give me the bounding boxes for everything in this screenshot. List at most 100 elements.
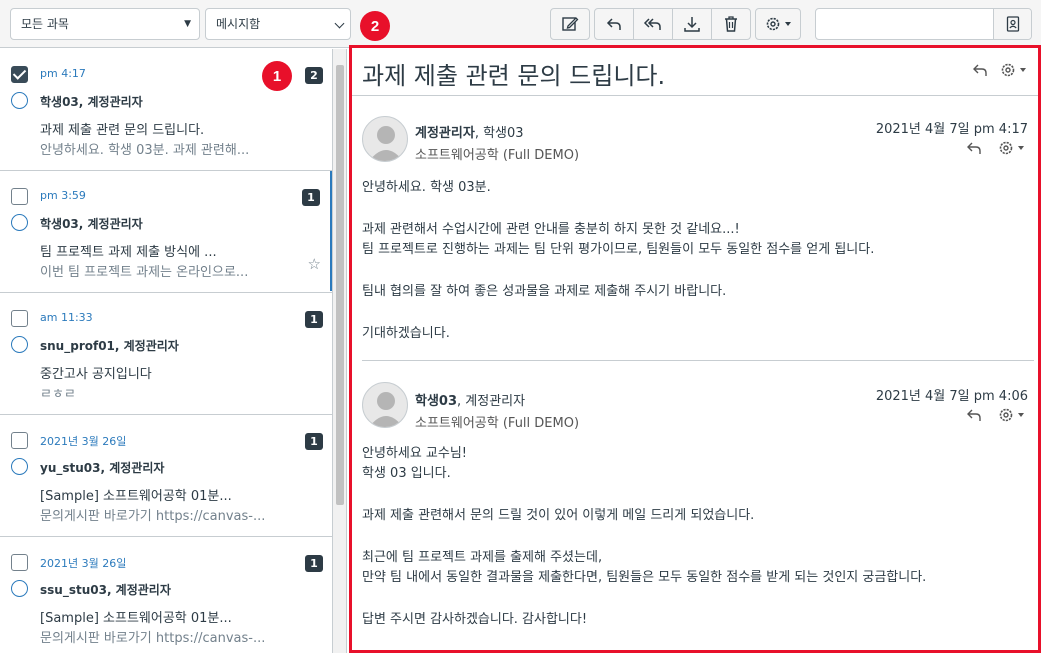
unread-toggle-icon[interactable]	[11, 580, 28, 597]
message-sender: 계정관리자, 학생03	[415, 122, 524, 141]
message-body-line: 팀 프로젝트로 진행하는 과제는 팀 단위 평가이므로, 팀원들이 모두 동일한…	[362, 242, 875, 257]
settings-menu-button[interactable]	[755, 8, 801, 40]
conversation-list: pm 4:17 2 학생03, 계정관리자 과제 제출 관련 문의 드립니다. …	[0, 49, 333, 653]
gear-icon	[766, 17, 780, 31]
divider	[352, 95, 1038, 96]
delete-button[interactable]	[711, 8, 751, 40]
gear-icon	[1001, 63, 1015, 77]
message-sender: 학생03, 계정관리자	[415, 390, 525, 409]
reply-button[interactable]	[594, 8, 634, 40]
message-body-line: 안녕하세요 교수님!	[362, 446, 468, 461]
divider	[362, 360, 1034, 361]
conversation-participants: ssu_stu03, 계정관리자	[40, 583, 171, 597]
reply-all-icon	[643, 18, 661, 30]
message-count-badge: 2	[305, 67, 323, 84]
conversation-participants: 학생03, 계정관리자	[40, 217, 143, 231]
caret-down-icon	[1018, 146, 1024, 150]
scrollbar-thumb[interactable]	[336, 65, 344, 505]
message-body-line: 학생 03 입니다.	[362, 466, 451, 481]
other-participants: , 학생03	[474, 126, 524, 141]
conversation-subject: 팀 프로젝트 과제 제출 방식에 ...	[40, 245, 217, 260]
sender-name: 계정관리자	[415, 126, 475, 141]
conversation-preview: 문의게시판 바로가기 https://canvas-...	[40, 509, 266, 524]
avatar[interactable]	[362, 116, 408, 162]
archive-button[interactable]	[672, 8, 712, 40]
sender-name: 학생03	[415, 394, 458, 409]
address-book-button[interactable]	[993, 9, 1031, 39]
search-recipient-input[interactable]	[815, 8, 1032, 40]
toolbar: 모든 과목 ▼ 메시지함	[0, 0, 1041, 48]
unread-toggle-icon[interactable]	[11, 214, 28, 231]
list-scrollbar[interactable]	[333, 49, 347, 653]
star-icon[interactable]: ☆	[308, 255, 321, 273]
message-body-line: 최근에 팀 프로젝트 과제를 출제해 주셨는데,	[362, 550, 603, 565]
conversation-participants: snu_prof01, 계정관리자	[40, 339, 179, 353]
message-body-line: 과제 제출 관련해서 문의 드릴 것이 있어 이렇게 메일 드리게 되었습니다.	[362, 508, 755, 523]
conversation-subject: 중간고사 공지입니다	[40, 367, 152, 382]
reply-all-button[interactable]	[633, 8, 673, 40]
course-filter-select[interactable]: 모든 과목 ▼	[10, 8, 200, 40]
folder-filter-value: 메시지함	[216, 17, 261, 31]
message-detail-pane: 과제 제출 관련 문의 드립니다. 계정관리자, 학생03 소프트웨어공학 (F…	[349, 45, 1041, 653]
message-count-badge: 1	[305, 555, 323, 572]
reply-icon	[606, 18, 621, 30]
conversation-preview: ㄹㅎㄹ	[40, 387, 76, 402]
conversation-subject: 과제 제출 관련 문의 드립니다.	[40, 123, 205, 138]
conversation-date: pm 3:59	[40, 189, 86, 202]
callout-badge-1: 1	[262, 61, 292, 91]
message-body-line: 안녕하세요. 학생 03분.	[362, 180, 491, 195]
conversation-date: 2021년 3월 26일	[40, 435, 127, 448]
chevron-down-icon	[334, 18, 345, 29]
other-participants: , 계정관리자	[457, 394, 526, 409]
conversation-date: 2021년 3월 26일	[40, 557, 127, 570]
thread-title: 과제 제출 관련 문의 드립니다.	[362, 62, 666, 90]
message-body-line: 기대하겠습니다.	[362, 326, 450, 341]
conversation-item[interactable]: pm 3:59 1 학생03, 계정관리자 팀 프로젝트 과제 제출 방식에 .…	[0, 171, 332, 293]
gear-icon	[999, 141, 1013, 155]
reply-icon[interactable]	[966, 140, 984, 156]
reply-icon[interactable]	[972, 62, 990, 78]
message-course: 소프트웨어공학 (Full DEMO)	[415, 148, 580, 163]
message-date: 2021년 4월 7일 pm 4:17	[875, 122, 1028, 137]
gear-icon	[999, 408, 1013, 422]
conversation-subject: [Sample] 소프트웨어공학 01분...	[40, 611, 232, 626]
compose-button[interactable]	[550, 8, 590, 40]
conversation-item[interactable]: 2021년 3월 26일 1 yu_stu03, 계정관리자 [Sample] …	[0, 415, 332, 537]
address-book-icon	[1006, 16, 1019, 32]
select-checkbox[interactable]	[11, 66, 28, 83]
conversation-date: pm 4:17	[40, 67, 86, 80]
conversation-date: am 11:33	[40, 311, 93, 324]
reply-icon[interactable]	[966, 407, 984, 423]
conversation-preview: 이번 팀 프로젝트 과제는 온라인으로...	[40, 265, 249, 280]
select-checkbox[interactable]	[11, 188, 28, 205]
message-count-badge: 1	[305, 311, 323, 328]
conversation-item[interactable]: 2021년 3월 26일 1 ssu_stu03, 계정관리자 [Sample]…	[0, 537, 332, 653]
message-date: 2021년 4월 7일 pm 4:06	[875, 389, 1028, 404]
message-settings-button[interactable]	[998, 407, 1024, 423]
avatar[interactable]	[362, 382, 408, 428]
caret-down-icon	[1018, 413, 1024, 417]
message-count-badge: 1	[305, 433, 323, 450]
message-count-badge: 1	[302, 189, 320, 206]
trash-icon	[725, 16, 737, 32]
conversation-item[interactable]: am 11:33 1 snu_prof01, 계정관리자 중간고사 공지입니다 …	[0, 293, 332, 415]
message-body-line: 팀내 협의를 잘 하여 좋은 성과물을 과제로 제출해 주시기 바랍니다.	[362, 284, 727, 299]
thread-settings-button[interactable]	[1000, 62, 1026, 78]
unread-toggle-icon[interactable]	[11, 458, 28, 475]
conversation-preview: 안녕하세요. 학생 03분. 과제 관련해...	[40, 143, 250, 158]
message-body-line: 만약 팀 내에서 동일한 결과물을 제출한다면, 팀원들은 모두 동일한 점수를…	[362, 570, 927, 585]
folder-filter-select[interactable]: 메시지함	[205, 8, 351, 40]
unread-toggle-icon[interactable]	[11, 92, 28, 109]
caret-down-icon: ▼	[184, 19, 191, 29]
unread-toggle-icon[interactable]	[11, 336, 28, 353]
caret-down-icon	[785, 22, 791, 26]
callout-badge-2: 2	[360, 11, 390, 41]
conversation-preview: 문의게시판 바로가기 https://canvas-...	[40, 631, 266, 646]
conversation-subject: [Sample] 소프트웨어공학 01분...	[40, 489, 232, 504]
select-checkbox[interactable]	[11, 310, 28, 327]
conversation-participants: yu_stu03, 계정관리자	[40, 461, 165, 475]
select-checkbox[interactable]	[11, 432, 28, 449]
select-checkbox[interactable]	[11, 554, 28, 571]
message-settings-button[interactable]	[998, 140, 1024, 156]
message-course: 소프트웨어공학 (Full DEMO)	[415, 416, 580, 431]
